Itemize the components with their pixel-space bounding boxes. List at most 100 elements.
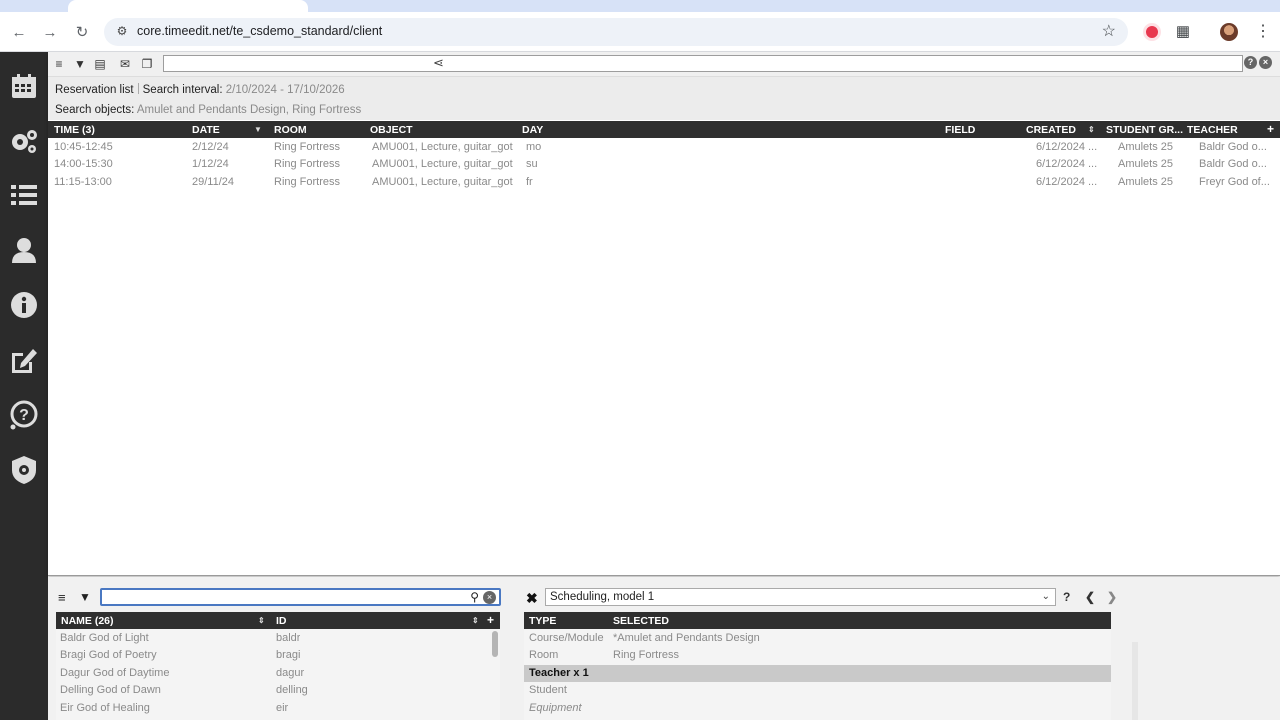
object-search-input[interactable]: ⚲ × [100, 588, 501, 606]
menu-kebab-icon[interactable]: ⋮ [1254, 23, 1272, 41]
columns-icon[interactable]: ▤ [92, 56, 108, 72]
clear-search-icon[interactable]: × [1259, 56, 1272, 69]
column-header-field[interactable]: FIELD [945, 124, 975, 136]
cell-time: 10:45-12:45 [54, 141, 113, 153]
email-icon[interactable]: ✉ [117, 56, 133, 72]
sort-toggle-icon[interactable]: ⇕ [1088, 125, 1095, 134]
selection-row[interactable]: Teacher x 1 [524, 665, 1111, 682]
selection-row[interactable]: Student [524, 682, 1111, 699]
selection-row[interactable]: Equipment [524, 700, 1111, 717]
browser-toolbar: ← → ↻ ⚙ core.timeedit.net/te_csdemo_stan… [0, 12, 1280, 52]
column-header-id[interactable]: ID [276, 615, 287, 627]
list-icon[interactable] [8, 179, 40, 211]
text-cursor-icon: ⋖ [433, 55, 444, 70]
chevron-down-icon[interactable]: ⌄ [1042, 591, 1050, 602]
bottom-panel-area: ≡ ▼ ⚲ × NAME (26) ⇕ ID ⇕ + Baldr God of … [48, 577, 1280, 720]
column-header-name[interactable]: NAME (26) [61, 615, 114, 627]
column-header-date[interactable]: DATE [192, 124, 220, 136]
settings-gears-icon[interactable] [8, 125, 40, 157]
reservation-list-panel: ≡ ▼ ▤ ✉ ❐ ⋖ ? × Reservation list Search i… [48, 52, 1280, 576]
url-text[interactable]: core.timeedit.net/te_csdemo_standard/cli… [137, 24, 382, 38]
edit-icon[interactable] [8, 344, 40, 376]
cell-object: AMU001, Lecture, guitar_got [372, 141, 513, 153]
filter-icon[interactable]: ▼ [79, 590, 91, 604]
selection-type: Student [529, 684, 567, 696]
clear-search-icon[interactable]: × [483, 591, 496, 604]
table-row[interactable]: 11:15-13:00 29/11/24 Ring Fortress AMU00… [48, 174, 1280, 191]
back-icon[interactable]: ← [9, 22, 29, 42]
next-arrow-icon[interactable]: ❯ [1107, 590, 1117, 604]
filter-icon[interactable]: ▼ [72, 56, 88, 72]
add-column-icon[interactable]: + [1267, 122, 1274, 136]
list-item[interactable]: Baldr God of Light baldr [56, 630, 490, 647]
column-header-room[interactable]: ROOM [274, 124, 307, 136]
view-options-icon[interactable]: ≡ [51, 56, 67, 72]
cell-student-group: Amulets 25 [1118, 141, 1174, 153]
help-button-icon[interactable]: ? [1244, 56, 1257, 69]
column-header-time[interactable]: TIME (3) [54, 124, 95, 136]
admin-shield-icon[interactable] [8, 454, 40, 486]
column-header-type[interactable]: TYPE [529, 615, 556, 627]
add-column-icon[interactable]: + [487, 613, 494, 627]
browser-tab-strip [0, 0, 1280, 12]
list-item[interactable]: Bragi God of Poetry bragi [56, 647, 490, 664]
calendar-icon[interactable] [8, 70, 40, 102]
active-browser-tab[interactable] [68, 0, 308, 12]
column-header-day[interactable]: DAY [522, 124, 543, 136]
address-bar[interactable]: ⚙ core.timeedit.net/te_csdemo_standard/c… [104, 18, 1128, 46]
scheduling-model-value[interactable]: Scheduling, model 1 [550, 591, 654, 603]
sort-toggle-icon[interactable]: ⇕ [258, 616, 265, 625]
table-row[interactable]: 10:45-12:45 2/12/24 Ring Fortress AMU001… [48, 139, 1280, 156]
list-item[interactable]: Eir God of Healing eir [56, 700, 490, 717]
cell-teacher: Baldr God o... [1199, 141, 1267, 153]
search-icon[interactable]: ⚲ [470, 590, 479, 604]
column-header-teacher[interactable]: TEACHER [1187, 124, 1238, 136]
object-id: eir [276, 702, 289, 714]
list-item[interactable]: Dagur God of Daytime dagur [56, 665, 490, 682]
cell-day: mo [526, 141, 542, 153]
list-item[interactable]: Delling God of Dawn delling [56, 682, 490, 699]
scrollbar-track[interactable] [1132, 642, 1138, 720]
close-icon[interactable]: ✖ [526, 590, 538, 607]
selection-row[interactable]: Room Ring Fortress [524, 647, 1111, 664]
column-header-selected[interactable]: SELECTED [613, 615, 669, 627]
menu-icon[interactable]: ≡ [58, 590, 66, 605]
info-icon[interactable] [8, 289, 40, 321]
cell-time: 11:15-13:00 [54, 176, 112, 188]
sort-descending-icon[interactable]: ▼ [254, 125, 262, 134]
cell-room: Ring Fortress [274, 158, 341, 170]
cell-room: Ring Fortress [274, 176, 341, 188]
bookmark-star-icon[interactable]: ☆ [1102, 21, 1116, 41]
selection-type: Room [529, 649, 559, 661]
column-header-created[interactable]: CREATED [1026, 124, 1076, 136]
sort-toggle-icon[interactable]: ⇕ [472, 616, 479, 625]
object-id: dagur [276, 667, 305, 679]
site-info-icon[interactable]: ⚙ [114, 24, 130, 40]
cell-created: 6/12/2024 ... [1036, 158, 1098, 170]
forward-icon[interactable]: → [40, 22, 60, 42]
help-button[interactable]: ? [1063, 590, 1070, 604]
reservation-list-label: Reservation list [55, 84, 134, 96]
search-objects-label: Search objects: [55, 104, 135, 116]
copy-icon[interactable]: ❐ [139, 56, 155, 72]
reload-icon[interactable]: ↻ [72, 22, 92, 42]
puzzle-icon[interactable]: ▦ [1174, 23, 1192, 41]
scheduling-model-select[interactable]: Scheduling, model 1 ⌄ [545, 588, 1056, 606]
profile-avatar[interactable] [1220, 23, 1238, 41]
column-header-student-group[interactable]: STUDENT GR... [1106, 124, 1183, 136]
selection-row[interactable]: Course/Module *Amulet and Pendants Desig… [524, 630, 1111, 647]
object-name: Delling God of Dawn [60, 684, 161, 696]
cell-teacher: Baldr God o... [1199, 158, 1267, 170]
previous-arrow-icon[interactable]: ❮ [1085, 590, 1095, 604]
scrollbar-thumb[interactable] [492, 631, 498, 657]
search-objects-line: Search objects: Amulet and Pendants Desi… [55, 104, 361, 116]
cell-teacher: Freyr God of... [1199, 176, 1270, 188]
table-row[interactable]: 14:00-15:30 1/12/24 Ring Fortress AMU001… [48, 156, 1280, 173]
reservation-search-input[interactable] [163, 55, 1243, 72]
column-header-object[interactable]: OBJECT [370, 124, 413, 136]
cell-date: 2/12/24 [192, 141, 229, 153]
user-icon[interactable] [8, 234, 40, 266]
help-icon[interactable]: ? [8, 399, 40, 431]
cell-room: Ring Fortress [274, 141, 341, 153]
extension-icon[interactable] [1143, 23, 1161, 41]
